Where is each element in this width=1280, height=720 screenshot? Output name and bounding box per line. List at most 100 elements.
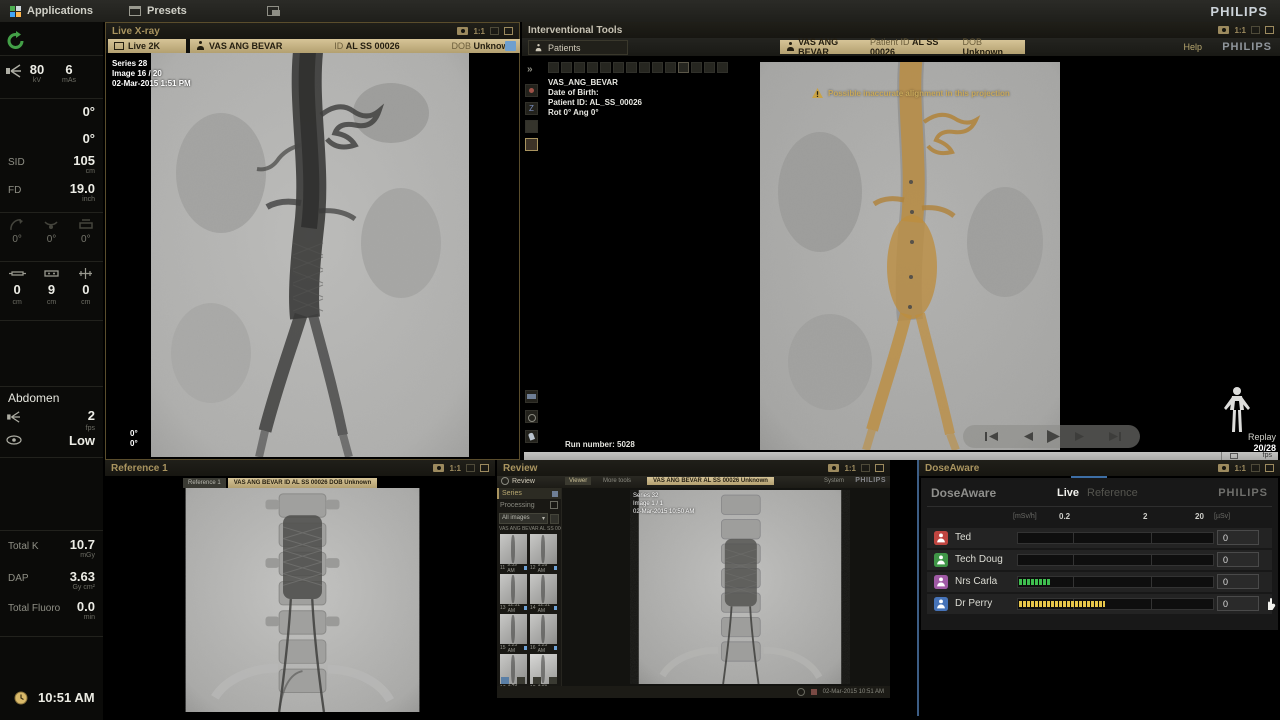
- review-titlebar[interactable]: Review 1:1: [497, 460, 890, 476]
- patients-button[interactable]: Patients: [528, 40, 628, 55]
- hand-pointer-icon[interactable]: [525, 430, 538, 443]
- live-xray-panel: Live X-ray 1:1 Live 2K VAS ANG BEVAR ID …: [105, 22, 520, 460]
- prev-run: [985, 432, 998, 441]
- total-fluoro-label: Total Fluoro: [8, 603, 60, 614]
- total-fluoro-unit: min: [77, 614, 95, 621]
- layout-thumb-icon[interactable]: [525, 120, 538, 133]
- replay-controls[interactable]: [963, 425, 1140, 448]
- tools-toolbar[interactable]: [548, 60, 730, 78]
- fd-label: FD: [8, 185, 21, 196]
- staff-icon: [934, 575, 948, 589]
- nav-processing[interactable]: Processing: [497, 499, 561, 511]
- snapshot-icon[interactable]: [1218, 26, 1229, 34]
- transfer-icon[interactable]: [505, 41, 516, 51]
- info-patient-name: VAS_ANG_BEVAR: [548, 78, 642, 88]
- dose-bar-track: [1017, 554, 1214, 566]
- gantry-angle-2: 0°: [83, 131, 95, 146]
- screen-switch-button[interactable]: [257, 0, 291, 22]
- thumbnail[interactable]: 161:25 AM: [530, 614, 557, 651]
- run-number: Run number: 5028: [565, 440, 635, 449]
- doseaware-panel: DoseAware 1:1 DoseAware Live Reference P…: [917, 460, 1280, 716]
- restore-window-icon[interactable]: [861, 464, 870, 472]
- scale-tick-1: 2: [1143, 512, 1147, 521]
- tools-patient-banner[interactable]: VAS ANG BEVAR Patient ID AL SS 00026 DOB…: [780, 40, 1025, 54]
- reference-image[interactable]: [185, 488, 420, 712]
- restore-window-icon[interactable]: [1251, 26, 1260, 34]
- fps-unit: fps: [86, 425, 95, 432]
- doseaware-titlebar[interactable]: DoseAware 1:1: [919, 460, 1280, 476]
- live-datetime: 02-Mar-2015 1:51 PM: [112, 79, 191, 89]
- processing-icon: [550, 501, 558, 509]
- nav-series[interactable]: Series: [497, 488, 561, 499]
- reference-tab-strip: Reference 1 VAS ANG BEVAR ID AL SS 00026…: [183, 478, 377, 488]
- image-filter-dropdown[interactable]: All images▾: [499, 513, 548, 524]
- rotate-reset-icon[interactable]: [6, 31, 26, 51]
- maximize-window-icon[interactable]: [875, 464, 884, 472]
- snapshot-icon[interactable]: [828, 464, 839, 472]
- applications-menu[interactable]: Applications: [0, 0, 103, 22]
- thumbnail[interactable]: 1412:51 AM: [530, 574, 557, 611]
- zoom-1to1-indicator[interactable]: 1:1: [449, 464, 461, 473]
- hand-cursor-icon[interactable]: [1263, 597, 1277, 611]
- dose-value: 0: [1217, 552, 1259, 567]
- zoom-tool-icon[interactable]: Z: [525, 102, 538, 115]
- live-xray-titlebar[interactable]: Live X-ray 1:1: [106, 23, 519, 39]
- restore-window-icon[interactable]: [466, 464, 475, 472]
- zoom-1to1-indicator[interactable]: 1:1: [844, 464, 856, 473]
- tab-live-2k[interactable]: Live 2K: [108, 39, 186, 53]
- zoom-1to1-indicator[interactable]: 1:1: [1234, 464, 1246, 473]
- replay-scrub-bar[interactable]: fps: [524, 452, 1278, 460]
- thumbnail[interactable]: 151:25 AM: [500, 614, 527, 651]
- restore-window-icon[interactable]: [490, 27, 499, 35]
- collapse-chevron[interactable]: »: [527, 64, 533, 75]
- thumbnail[interactable]: 119:59 AM: [500, 534, 527, 571]
- live-patient-name: VAS ANG BEVAR: [209, 41, 282, 51]
- doseaware-tab-reference[interactable]: Reference: [1087, 487, 1138, 499]
- review-app-button[interactable]: Review: [501, 477, 535, 485]
- doseaware-content: DoseAware Live Reference PHILIPS [mSv/h]…: [921, 478, 1278, 630]
- zoom-1to1-indicator[interactable]: 1:1: [1234, 26, 1246, 35]
- review-main-image[interactable]: Series 32Image 1 / 102-Mar-2015 10:50 AM: [630, 490, 850, 684]
- maximize-window-icon[interactable]: [504, 27, 513, 35]
- fluoro-mode-value[interactable]: Low: [69, 433, 95, 448]
- patient-tool-icon[interactable]: [525, 84, 538, 97]
- system-menu[interactable]: System: [824, 478, 844, 484]
- zoom-1to1-indicator[interactable]: 1:1: [473, 27, 485, 36]
- review-patient-banner[interactable]: VAS ANG BEVAR AL SS 00026 Unknown: [647, 477, 774, 485]
- settings-gear-icon[interactable]: [525, 410, 538, 423]
- fps-beam-icon: [7, 411, 21, 423]
- maximize-window-icon[interactable]: [1265, 464, 1274, 472]
- reference-tab[interactable]: Reference 1: [183, 478, 226, 488]
- xray-beam-icon: [6, 64, 22, 78]
- maximize-window-icon[interactable]: [480, 464, 489, 472]
- philips-logo: PHILIPS: [1218, 487, 1268, 499]
- staff-name: Tech Doug: [955, 554, 1003, 565]
- restore-window-icon[interactable]: [1251, 464, 1260, 472]
- dose-value: 0: [1217, 596, 1259, 611]
- help-link[interactable]: Help: [1183, 42, 1202, 52]
- thumbnail-actions[interactable]: [497, 677, 561, 684]
- live-xray-image[interactable]: [151, 53, 469, 457]
- tab-viewer[interactable]: Viewer: [565, 477, 591, 485]
- review-app: Review Viewer More tools VAS ANG BEVAR A…: [497, 476, 890, 698]
- thumbnail[interactable]: 129:59 AM: [530, 534, 557, 571]
- doseaware-tab-live[interactable]: Live: [1057, 487, 1079, 499]
- snapshot-icon[interactable]: [1218, 464, 1229, 472]
- active-view-thumb-icon[interactable]: [525, 138, 538, 151]
- reference-patient-banner[interactable]: VAS ANG BEVAR ID AL SS 00026 DOB Unknown: [228, 478, 378, 488]
- snapshot-icon[interactable]: [457, 27, 468, 35]
- dose-value: 0: [1217, 530, 1259, 545]
- live-patient-banner[interactable]: VAS ANG BEVAR ID AL SS 00026 DOB Unknown: [190, 39, 520, 53]
- patients-label: Patients: [548, 43, 581, 53]
- snapshot-icon[interactable]: [433, 464, 444, 472]
- thumbnail[interactable]: 1312:51 AM: [500, 574, 527, 611]
- reference-titlebar[interactable]: Reference 1 1:1: [105, 460, 495, 476]
- interventional-titlebar[interactable]: Interventional Tools 1:1: [522, 22, 1280, 38]
- roadmap-image[interactable]: Possible inaccurate alignment in this pr…: [760, 62, 1060, 450]
- presets-menu[interactable]: Presets: [119, 0, 197, 22]
- maximize-window-icon[interactable]: [1265, 26, 1274, 34]
- keyboard-icon[interactable]: [525, 390, 538, 403]
- procedure-name[interactable]: Abdomen: [8, 391, 59, 405]
- sort-icon[interactable]: [550, 514, 559, 524]
- tab-more-tools[interactable]: More tools: [599, 477, 635, 485]
